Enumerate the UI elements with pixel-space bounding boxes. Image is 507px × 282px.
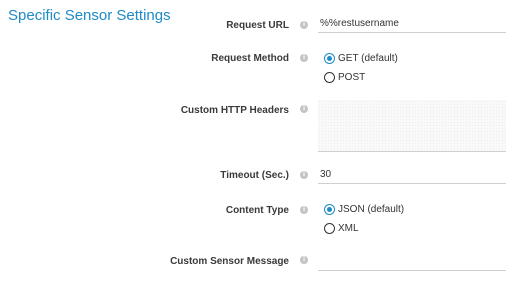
- radio-unchecked-icon[interactable]: [324, 223, 335, 234]
- content-type-option-xml[interactable]: XML: [324, 222, 359, 235]
- content-type-option-json[interactable]: JSON (default): [324, 203, 404, 216]
- radio-label: POST: [338, 72, 366, 83]
- content-type-label: Content Type: [225, 205, 289, 216]
- radio-label: JSON (default): [338, 204, 405, 215]
- request-method-label: Request Method: [211, 53, 289, 64]
- radio-checked-icon[interactable]: [324, 204, 335, 215]
- request-method-option-get[interactable]: GET (default): [324, 52, 398, 65]
- timeout-input[interactable]: [318, 166, 506, 184]
- info-icon[interactable]: i: [300, 105, 308, 113]
- info-icon[interactable]: i: [300, 21, 308, 29]
- custom-headers-textarea[interactable]: [318, 100, 506, 152]
- radio-unchecked-icon[interactable]: [324, 72, 335, 83]
- info-icon[interactable]: i: [300, 171, 308, 179]
- request-url-input[interactable]: [318, 15, 506, 33]
- info-icon[interactable]: i: [300, 256, 308, 264]
- radio-label: XML: [338, 223, 359, 234]
- request-url-label: Request URL: [226, 20, 289, 31]
- radio-label: GET (default): [338, 53, 398, 64]
- request-method-option-post[interactable]: POST: [324, 71, 365, 84]
- custom-headers-label: Custom HTTP Headers: [180, 105, 289, 116]
- info-icon[interactable]: i: [300, 206, 308, 214]
- timeout-label: Timeout (Sec.): [220, 170, 289, 181]
- custom-message-input[interactable]: [318, 253, 506, 271]
- radio-checked-icon[interactable]: [324, 53, 335, 64]
- custom-message-label: Custom Sensor Message: [170, 256, 289, 267]
- info-icon[interactable]: i: [300, 54, 308, 62]
- section-title: Specific Sensor Settings: [8, 7, 171, 24]
